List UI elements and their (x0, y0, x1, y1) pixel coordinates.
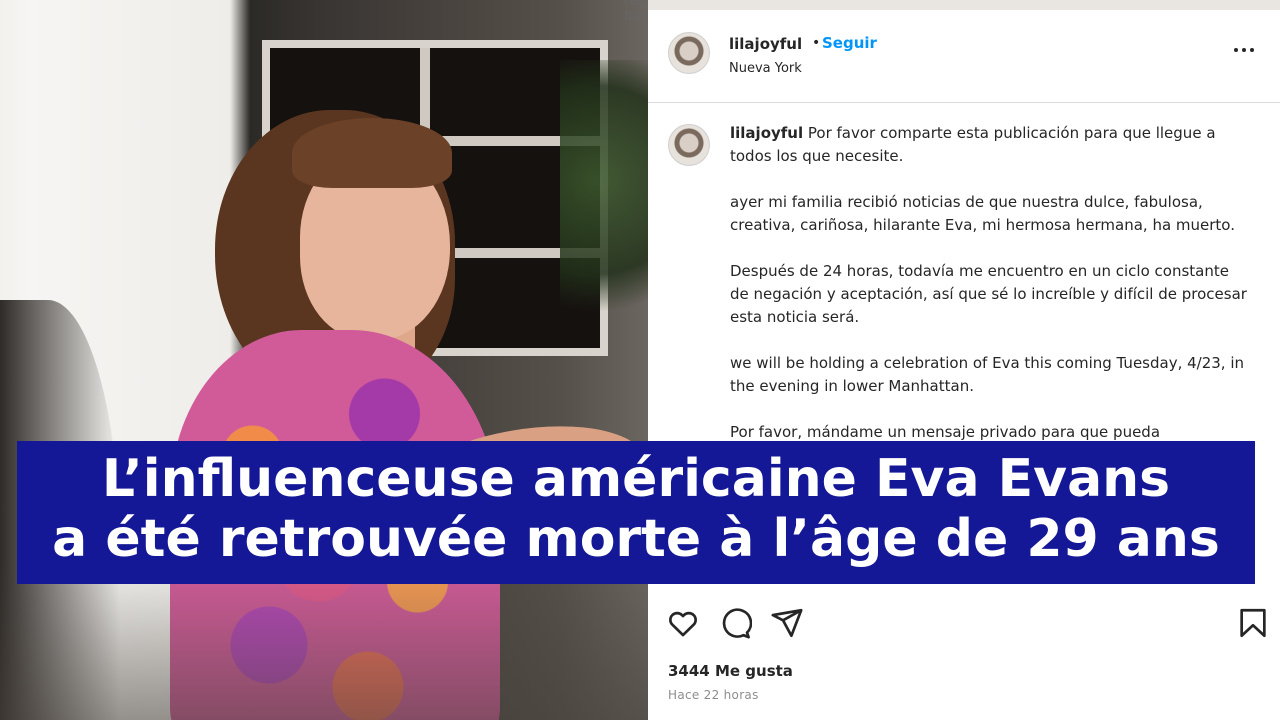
avatar[interactable] (668, 32, 710, 74)
photo-top-caption: radically free (624, 0, 648, 24)
separator-dot: • (812, 35, 821, 51)
headline-line-1: L’influenceuse américaine Eva Evans (101, 449, 1171, 509)
headline-line-2: a été retrouvée morte à l’âge de 29 ans (52, 509, 1220, 569)
caption-paragraph: Después de 24 horas, todavía me encuentr… (730, 262, 1247, 326)
follow-button[interactable]: Seguir (822, 34, 877, 52)
caption-paragraph: Por favor comparte esta publicación para… (730, 124, 1216, 165)
post-photo: radically free (0, 0, 648, 720)
caption-username[interactable]: lilajoyful (730, 124, 803, 142)
post-actions (648, 606, 1280, 642)
headline-text: L’influenceuse américaine Eva Evans a ét… (17, 449, 1255, 569)
bookmark-icon[interactable] (1236, 606, 1270, 640)
caption-paragraph: ayer mi familia recibió noticias de que … (730, 193, 1235, 234)
post-location[interactable]: Nueva York (729, 61, 802, 76)
post-header: lilajoyful • Seguir Nueva York (648, 10, 1280, 103)
post-caption: lilajoyful Por favor comparte esta publi… (730, 122, 1250, 467)
post-timestamp: Hace 22 horas (668, 688, 759, 702)
caption-avatar[interactable] (668, 124, 710, 166)
likes-count[interactable]: 3444 Me gusta (668, 662, 793, 680)
plant-background (560, 60, 648, 360)
headline-banner: L’influenceuse américaine Eva Evans a ét… (17, 441, 1255, 584)
caption-paragraph: we will be holding a celebration of Eva … (730, 354, 1245, 395)
share-icon[interactable] (770, 606, 804, 640)
more-options-icon[interactable] (1234, 40, 1258, 60)
heart-icon[interactable] (666, 606, 700, 640)
instagram-post-panel: lilajoyful • Seguir Nueva York lilajoyfu… (648, 10, 1280, 720)
comment-icon[interactable] (718, 606, 753, 640)
post-username[interactable]: lilajoyful (729, 35, 802, 53)
